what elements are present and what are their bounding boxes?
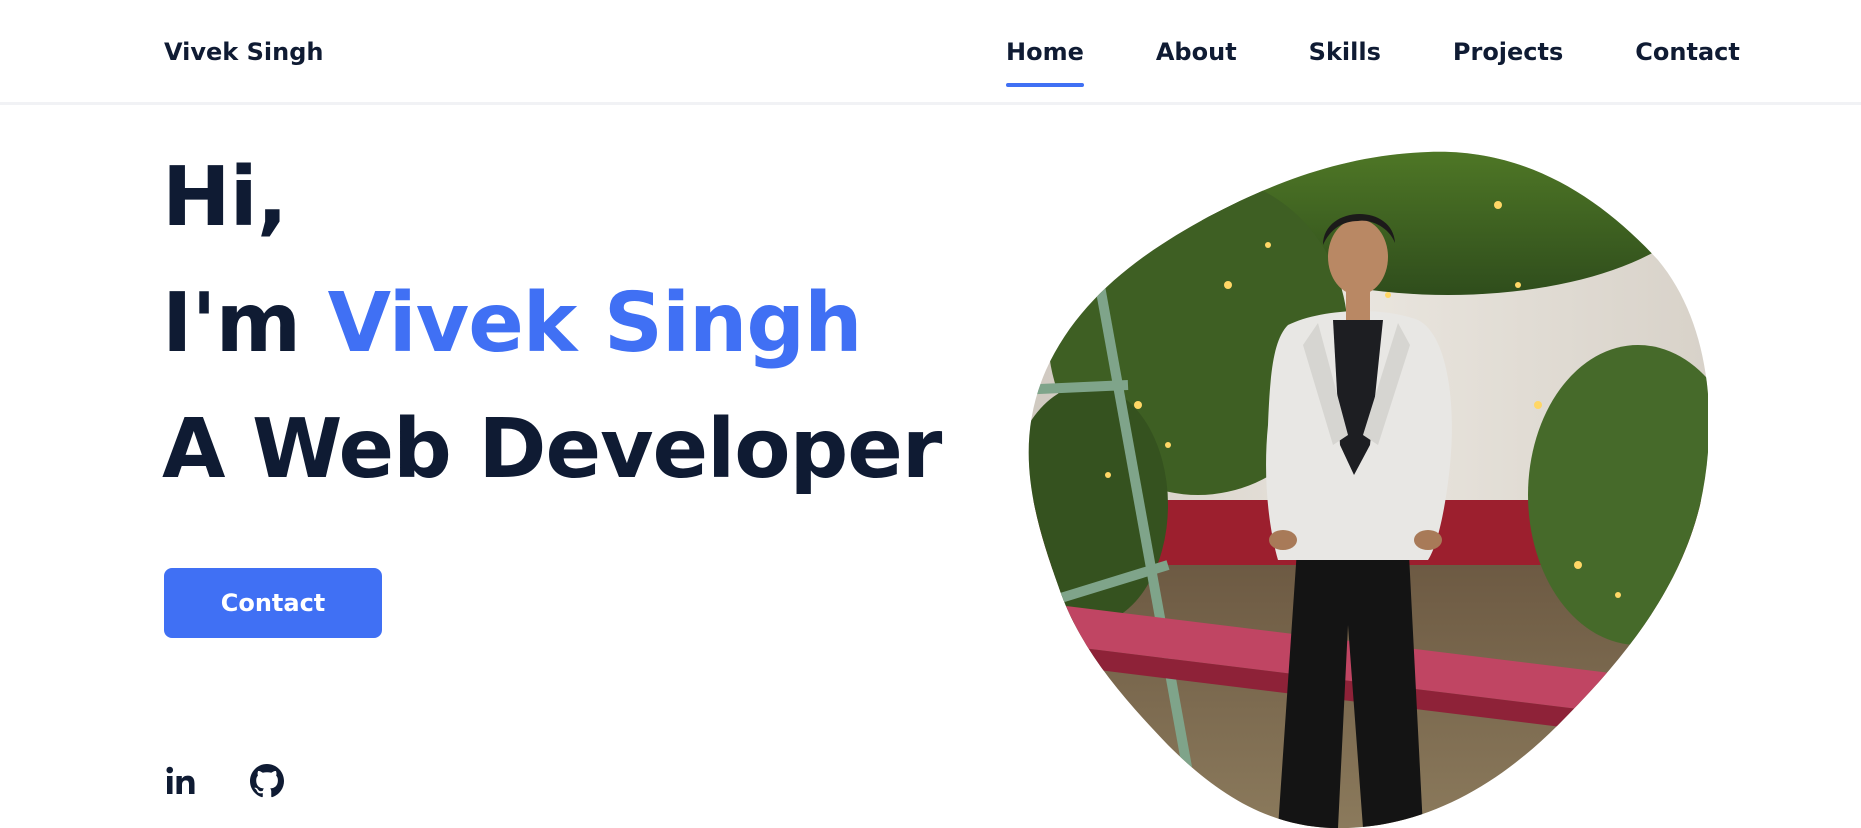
hero-name: Vivek Singh	[327, 276, 863, 371]
nav-about[interactable]: About	[1156, 36, 1237, 68]
hero-role: A Web Developer	[162, 402, 942, 497]
hero-greeting: Hi,	[162, 150, 288, 245]
nav-contact[interactable]: Contact	[1635, 36, 1740, 68]
contact-button[interactable]: Contact	[164, 568, 382, 638]
profile-photo	[1018, 145, 1708, 828]
hero-intro-prefix: I'm	[162, 276, 328, 371]
social-links	[164, 764, 336, 798]
linkedin-icon[interactable]	[164, 764, 198, 798]
nav-skills[interactable]: Skills	[1309, 36, 1381, 68]
site-brand[interactable]: Vivek Singh	[164, 36, 323, 68]
nav-projects[interactable]: Projects	[1453, 36, 1563, 68]
github-icon[interactable]	[250, 764, 284, 798]
site-header: Vivek Singh Home About Skills Projects C…	[0, 0, 1861, 105]
nav-home[interactable]: Home	[1006, 36, 1084, 87]
hero-intro: I'm Vivek Singh	[162, 276, 863, 372]
main-nav: Home About Skills Projects Contact	[1006, 36, 1740, 88]
